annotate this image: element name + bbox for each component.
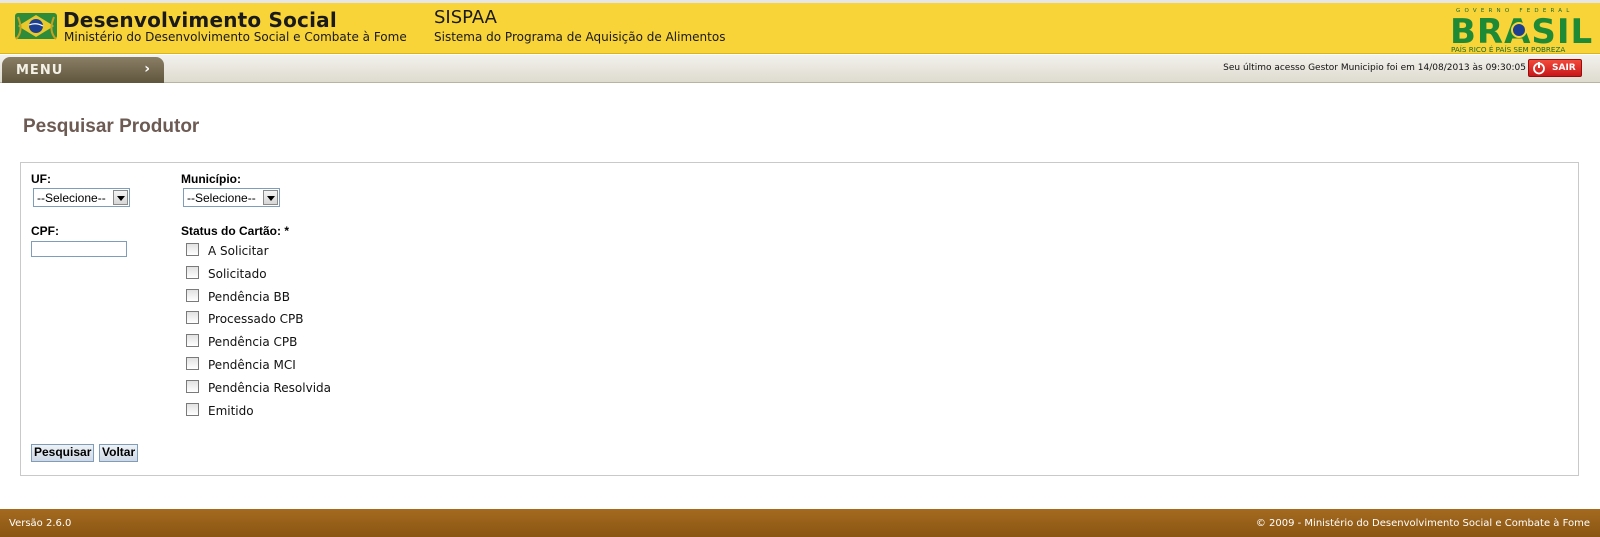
status-option-label: Pendência CPB (208, 335, 298, 350)
org-subtitle: Ministério do Desenvolvimento Social e C… (64, 30, 407, 44)
search-button[interactable]: Pesquisar (31, 444, 95, 462)
system-subtitle: Sistema do Programa de Aquisição de Alim… (434, 30, 726, 44)
status-checkbox[interactable] (186, 265, 199, 279)
status-checkbox[interactable] (186, 334, 199, 348)
uf-select[interactable]: --Selecione-- (33, 188, 130, 207)
chevron-down-icon (263, 190, 278, 205)
status-checkbox[interactable] (186, 243, 199, 256)
system-title: SISPAA (434, 7, 497, 28)
menu-bar: MENU › Seu último acesso Gestor Municipi… (0, 55, 1600, 83)
uf-select-value: --Selecione-- (37, 191, 106, 205)
copyright-text: © 2009 - Ministério do Desenvolvimento S… (1255, 518, 1590, 529)
municipio-select[interactable]: --Selecione-- (183, 188, 280, 207)
status-checkbox[interactable] (186, 402, 199, 416)
menu-button[interactable]: MENU › (2, 57, 164, 83)
status-option-label: Solicitado (208, 266, 267, 281)
cpf-label: CPF: (31, 224, 59, 238)
header-banner: Desenvolvimento Social Ministério do Des… (0, 0, 1600, 54)
chevron-down-icon (113, 190, 128, 205)
status-label: Status do Cartão: * (181, 224, 290, 238)
power-icon (1533, 62, 1545, 75)
status-option-label: Pendência MCI (208, 358, 296, 372)
status-checkbox[interactable] (186, 288, 199, 302)
version-text: Versão 2.6.0 (9, 518, 72, 529)
status-checkbox[interactable] (186, 379, 199, 393)
status-option-label: Pendência BB (208, 289, 290, 304)
page-title: Pesquisar Produtor (23, 116, 200, 137)
status-option-label: Pendência Resolvida (208, 380, 332, 395)
status-checkbox[interactable] (186, 357, 199, 370)
last-access-text: Seu último acesso Gestor Municipio foi e… (1223, 63, 1526, 73)
cpf-input[interactable] (31, 241, 127, 257)
footer: Versão 2.6.0 © 2009 - Ministério do Dese… (0, 509, 1600, 537)
back-button[interactable]: Voltar (99, 444, 139, 462)
status-option-label: Processado CPB (208, 312, 304, 327)
logout-label: SAIR (1552, 63, 1576, 73)
logout-button[interactable]: SAIR (1528, 59, 1582, 77)
governo-federal-brasil-logo: GOVERNO FEDERAL BRASIL PAÍS RICO É PAÍS … (1450, 8, 1592, 53)
brasil-seal-icon (15, 13, 57, 40)
menu-label: MENU (16, 63, 64, 78)
org-title: Desenvolvimento Social (63, 8, 337, 32)
municipio-select-value: --Selecione-- (187, 191, 256, 205)
uf-label: UF: (31, 172, 51, 186)
status-option-label: A Solicitar (208, 244, 269, 258)
logo-slogan: PAÍS RICO É PAÍS SEM POBREZA (1451, 45, 1565, 53)
municipio-label: Município: (181, 172, 241, 186)
status-option-label: Emitido (208, 403, 254, 418)
search-form-panel: UF: --Selecione-- Município: --Selecione… (20, 162, 1579, 476)
chevron-right-icon: › (144, 61, 150, 77)
status-checkbox[interactable] (186, 311, 199, 325)
